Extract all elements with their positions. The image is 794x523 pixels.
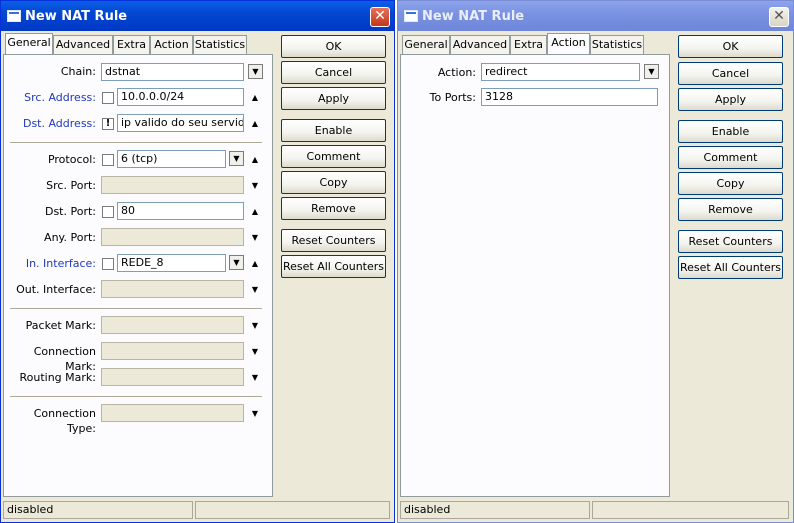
in-interface-label[interactable]: In. Interface: — [4, 256, 96, 271]
out-interface-label: Out. Interface: — [16, 283, 96, 296]
protocol-field[interactable]: 6 (tcp) — [117, 150, 226, 168]
reset-counters-button[interactable]: Reset Counters — [678, 230, 783, 253]
src-address-label[interactable]: Src. Address: — [4, 90, 96, 105]
chain-dropdown-icon[interactable]: ▼ — [248, 64, 263, 79]
window-icon — [404, 10, 418, 22]
cancel-button[interactable]: Cancel — [281, 61, 386, 84]
action-field[interactable]: redirect — [481, 63, 640, 81]
status-panel — [195, 501, 390, 519]
tab-general[interactable]: General — [5, 33, 53, 54]
out-interface-field[interactable] — [101, 280, 244, 298]
routing-mark-field[interactable] — [101, 368, 244, 386]
separator — [10, 396, 262, 398]
reset-all-counters-button[interactable]: Reset All Counters — [281, 255, 386, 278]
close-icon[interactable]: ✕ — [769, 7, 789, 27]
to-ports-label: To Ports: — [429, 91, 476, 104]
packet-mark-label: Packet Mark: — [25, 319, 96, 332]
title-bar[interactable]: New NAT Rule ✕ — [1, 1, 394, 31]
action-panel: Action: redirect ▼ To Ports: 3128 — [400, 54, 670, 497]
protocol-label: Protocol: — [47, 153, 96, 166]
protocol-dropdown-icon[interactable]: ▼ — [229, 151, 244, 166]
tab-advanced[interactable]: Advanced — [53, 35, 113, 54]
status-text: disabled — [3, 501, 193, 519]
dst-port-negate-checkbox[interactable] — [102, 206, 114, 218]
tab-extra[interactable]: Extra — [510, 35, 547, 54]
expand-arrow-icon[interactable]: ▼ — [250, 233, 260, 243]
reset-counters-button[interactable]: Reset Counters — [281, 229, 386, 252]
in-interface-negate-checkbox[interactable] — [102, 258, 114, 270]
reset-all-counters-button[interactable]: Reset All Counters — [678, 256, 783, 279]
status-text: disabled — [400, 501, 590, 519]
chain-label: Chain: — [60, 65, 96, 78]
collapse-arrow-icon[interactable]: ▲ — [250, 93, 260, 103]
status-panel — [592, 501, 789, 519]
expand-arrow-icon[interactable]: ▼ — [250, 321, 260, 331]
collapse-arrow-icon[interactable]: ▲ — [250, 155, 260, 165]
tab-action[interactable]: Action — [547, 33, 590, 54]
chain-field[interactable]: dstnat — [101, 63, 244, 81]
nat-rule-window-left: New NAT Rule ✕ General Advanced Extra Ac… — [0, 0, 395, 523]
expand-arrow-icon[interactable]: ▼ — [250, 285, 260, 295]
expand-arrow-icon[interactable]: ▼ — [250, 347, 260, 357]
enable-button[interactable]: Enable — [281, 119, 386, 142]
comment-button[interactable]: Comment — [678, 146, 783, 169]
tab-action[interactable]: Action — [150, 35, 193, 54]
action-dropdown-icon[interactable]: ▼ — [644, 64, 659, 79]
copy-button[interactable]: Copy — [678, 172, 783, 195]
src-address-negate-checkbox[interactable] — [102, 92, 114, 104]
collapse-arrow-icon[interactable]: ▲ — [250, 259, 260, 269]
src-port-label: Src. Port: — [46, 179, 96, 192]
expand-arrow-icon[interactable]: ▼ — [250, 409, 260, 419]
connection-type-field[interactable] — [101, 404, 244, 422]
tab-statistics[interactable]: Statistics — [193, 35, 247, 54]
in-interface-field[interactable]: REDE_8 — [117, 254, 226, 272]
protocol-negate-checkbox[interactable] — [102, 154, 114, 166]
remove-button[interactable]: Remove — [281, 197, 386, 220]
routing-mark-label: Routing Mark: — [19, 371, 96, 384]
window-title: New NAT Rule — [422, 9, 525, 24]
src-address-field[interactable]: 10.0.0.0/24 — [117, 88, 244, 106]
apply-button[interactable]: Apply — [281, 87, 386, 110]
tab-advanced[interactable]: Advanced — [450, 35, 510, 54]
dst-port-field[interactable]: 80 — [117, 202, 244, 220]
enable-button[interactable]: Enable — [678, 120, 783, 143]
expand-arrow-icon[interactable]: ▼ — [250, 373, 260, 383]
ok-button[interactable]: OK — [678, 35, 783, 58]
general-panel: Chain: dstnat ▼ Src. Address: 10.0.0.0/2… — [3, 54, 273, 497]
window-icon — [7, 10, 21, 22]
any-port-label: Any. Port: — [44, 231, 96, 244]
apply-button[interactable]: Apply — [678, 88, 783, 111]
separator — [10, 142, 262, 144]
src-port-field[interactable] — [101, 176, 244, 194]
collapse-arrow-icon[interactable]: ▲ — [250, 119, 260, 129]
dst-address-field[interactable]: ip valido do seu servidor — [117, 114, 244, 132]
tab-statistics[interactable]: Statistics — [590, 35, 644, 54]
action-label: Action: — [437, 66, 476, 79]
separator — [10, 308, 262, 310]
dst-port-label: Dst. Port: — [44, 205, 96, 218]
close-icon[interactable]: ✕ — [370, 7, 390, 27]
dst-address-label[interactable]: Dst. Address: — [4, 116, 96, 131]
comment-button[interactable]: Comment — [281, 145, 386, 168]
nat-rule-window-right: New NAT Rule ✕ General Advanced Extra Ac… — [397, 0, 794, 523]
to-ports-field[interactable]: 3128 — [481, 88, 658, 106]
collapse-arrow-icon[interactable]: ▲ — [250, 207, 260, 217]
tab-extra[interactable]: Extra — [113, 35, 150, 54]
ok-button[interactable]: OK — [281, 35, 386, 58]
window-title: New NAT Rule — [25, 9, 128, 24]
remove-button[interactable]: Remove — [678, 198, 783, 221]
packet-mark-field[interactable] — [101, 316, 244, 334]
connection-mark-field[interactable] — [101, 342, 244, 360]
any-port-field[interactable] — [101, 228, 244, 246]
connection-type-label: Connection Type: — [33, 407, 96, 435]
title-bar[interactable]: New NAT Rule ✕ — [398, 1, 793, 31]
tab-general[interactable]: General — [402, 35, 450, 54]
in-interface-dropdown-icon[interactable]: ▼ — [229, 255, 244, 270]
cancel-button[interactable]: Cancel — [678, 62, 783, 85]
dst-address-negate-checkbox[interactable]: ! — [102, 118, 114, 130]
copy-button[interactable]: Copy — [281, 171, 386, 194]
expand-arrow-icon[interactable]: ▼ — [250, 181, 260, 191]
